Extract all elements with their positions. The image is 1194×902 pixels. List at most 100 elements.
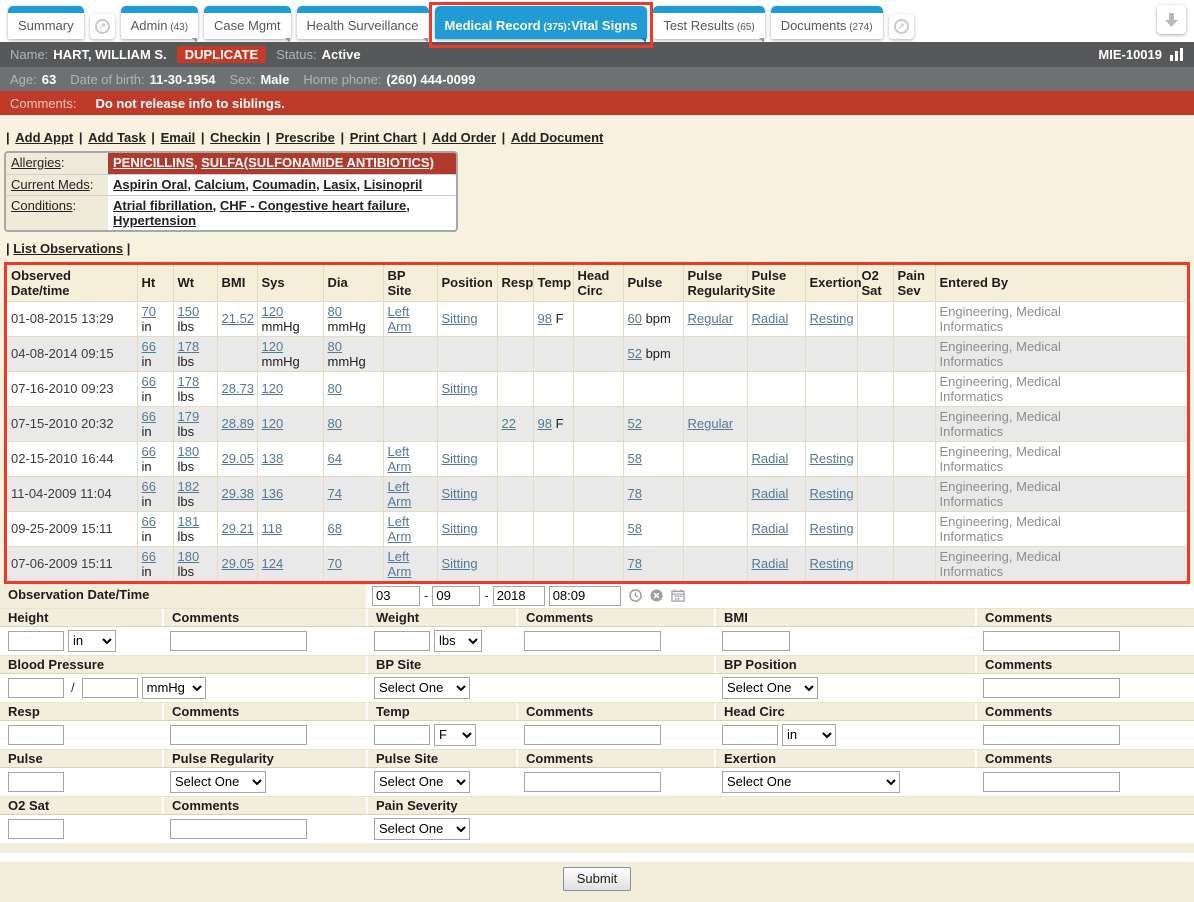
obs-pulse-site-link[interactable]: Radial xyxy=(752,451,789,466)
action-link-add-task[interactable]: Add Task xyxy=(88,130,146,145)
bmi-comments-input[interactable] xyxy=(983,631,1120,651)
obs-wt-link[interactable]: 178 xyxy=(178,374,200,389)
obs-pulse-link[interactable]: 58 xyxy=(628,451,642,466)
obs-dia-link[interactable]: 80 xyxy=(328,339,342,354)
obs-bmi-link[interactable]: 28.73 xyxy=(222,381,255,396)
weight-comments-input[interactable] xyxy=(524,631,661,651)
exertion-select[interactable]: Select One xyxy=(722,771,900,793)
bp-comments-input[interactable] xyxy=(983,678,1120,698)
summary-label-link[interactable]: Current Meds xyxy=(11,177,90,192)
obs-dia-link[interactable]: 80 xyxy=(328,304,342,319)
tab-admin[interactable]: Admin (43) xyxy=(121,6,198,39)
obs-bp-site-link[interactable]: Left Arm xyxy=(388,549,420,579)
head-circ-input[interactable] xyxy=(722,725,778,745)
pulse-regularity-select[interactable]: Select One xyxy=(170,771,266,793)
obs-pulse-reg-link[interactable]: Regular xyxy=(688,416,734,431)
obs-ht-link[interactable]: 70 xyxy=(142,304,156,319)
summary-item-penicillins[interactable]: PENICILLINS xyxy=(113,155,194,170)
obs-ht-link[interactable]: 66 xyxy=(142,549,156,564)
bar-chart-icon[interactable] xyxy=(1169,48,1184,61)
obs-pulse-site-link[interactable]: Radial xyxy=(752,556,789,571)
obs-ht-link[interactable]: 66 xyxy=(142,374,156,389)
bp-systolic-input[interactable] xyxy=(8,678,64,698)
obs-position-link[interactable]: Sitting xyxy=(442,521,478,536)
exertion-comments-input[interactable] xyxy=(983,772,1120,792)
obs-exertion-link[interactable]: Resting xyxy=(810,486,854,501)
obs-day-input[interactable] xyxy=(432,586,480,606)
clear-icon[interactable] xyxy=(650,589,663,602)
height-unit-select[interactable]: in xyxy=(68,630,116,652)
tab-medical-record[interactable]: Medical Record (375):Vital Signs xyxy=(435,6,648,39)
obs-position-link[interactable]: Sitting xyxy=(442,556,478,571)
obs-exertion-link[interactable]: Resting xyxy=(810,311,854,326)
obs-ht-link[interactable]: 66 xyxy=(142,444,156,459)
summary-label-link[interactable]: Allergies xyxy=(11,155,61,170)
obs-pulse-reg-link[interactable]: Regular xyxy=(688,311,734,326)
tab-case-mgmt[interactable]: Case Mgmt xyxy=(204,6,290,39)
pulse-comments-input[interactable] xyxy=(524,772,661,792)
summary-item-lisinopril[interactable]: Lisinopril xyxy=(364,177,423,192)
obs-pulse-link[interactable]: 52 xyxy=(628,416,642,431)
obs-position-link[interactable]: Sitting xyxy=(442,451,478,466)
obs-resp-link[interactable]: 22 xyxy=(502,416,516,431)
obs-pulse-site-link[interactable]: Radial xyxy=(752,311,789,326)
summary-item-sulfa-sulfonamide-antibiotics[interactable]: SULFA(SULFONAMIDE ANTIBIOTICS) xyxy=(201,155,434,170)
summary-item-hypertension[interactable]: Hypertension xyxy=(113,213,196,228)
obs-sys-link[interactable]: 120 xyxy=(262,339,284,354)
obs-ht-link[interactable]: 66 xyxy=(142,409,156,424)
summary-label-link[interactable]: Conditions xyxy=(11,198,72,213)
obs-sys-link[interactable]: 138 xyxy=(262,451,284,466)
obs-bmi-link[interactable]: 29.38 xyxy=(222,486,255,501)
obs-sys-link[interactable]: 118 xyxy=(262,521,283,536)
obs-wt-link[interactable]: 181 xyxy=(178,514,200,529)
obs-bp-site-link[interactable]: Left Arm xyxy=(388,304,420,334)
obs-pulse-link[interactable]: 78 xyxy=(628,556,642,571)
obs-exertion-link[interactable]: Resting xyxy=(810,451,854,466)
obs-wt-link[interactable]: 150 xyxy=(178,304,200,319)
obs-position-link[interactable]: Sitting xyxy=(442,311,478,326)
obs-sys-link[interactable]: 136 xyxy=(262,486,284,501)
bp-unit-select[interactable]: mmHg xyxy=(142,677,206,699)
obs-pulse-link[interactable]: 52 xyxy=(628,346,642,361)
obs-wt-link[interactable]: 180 xyxy=(178,549,200,564)
obs-month-input[interactable] xyxy=(372,586,420,606)
obs-ht-link[interactable]: 66 xyxy=(142,339,156,354)
weight-input[interactable] xyxy=(374,631,430,651)
temp-comments-input[interactable] xyxy=(524,725,661,745)
summary-item-chf-congestive-heart-failure[interactable]: CHF - Congestive heart failure xyxy=(220,198,406,213)
obs-ht-link[interactable]: 66 xyxy=(142,514,156,529)
obs-sys-link[interactable]: 120 xyxy=(262,304,284,319)
summary-item-lasix[interactable]: Lasix xyxy=(323,177,356,192)
popout-icon[interactable]: ↗ xyxy=(90,14,115,39)
obs-year-input[interactable] xyxy=(493,586,545,606)
summary-item-coumadin[interactable]: Coumadin xyxy=(252,177,316,192)
action-link-email[interactable]: Email xyxy=(161,130,196,145)
obs-exertion-link[interactable]: Resting xyxy=(810,556,854,571)
obs-dia-link[interactable]: 74 xyxy=(328,486,342,501)
summary-item-atrial-fibrillation[interactable]: Atrial fibrillation xyxy=(113,198,213,213)
resp-input[interactable] xyxy=(8,725,64,745)
obs-dia-link[interactable]: 64 xyxy=(328,451,342,466)
tab-documents[interactable]: Documents (274) xyxy=(771,6,883,39)
temp-input[interactable] xyxy=(374,725,430,745)
action-link-add-order[interactable]: Add Order xyxy=(432,130,496,145)
obs-bp-site-link[interactable]: Left Arm xyxy=(388,479,420,509)
action-link-add-appt[interactable]: Add Appt xyxy=(15,130,73,145)
pulse-input[interactable] xyxy=(8,772,64,792)
obs-dia-link[interactable]: 80 xyxy=(328,416,342,431)
summary-item-calcium[interactable]: Calcium xyxy=(195,177,246,192)
obs-bmi-link[interactable]: 29.05 xyxy=(222,556,255,571)
summary-item-aspirin-oral[interactable]: Aspirin Oral xyxy=(113,177,187,192)
head-circ-unit-select[interactable]: in xyxy=(782,724,836,746)
temp-unit-select[interactable]: F xyxy=(434,724,476,746)
obs-bmi-link[interactable]: 29.21 xyxy=(222,521,255,536)
obs-position-link[interactable]: Sitting xyxy=(442,486,478,501)
tab-summary[interactable]: Summary xyxy=(8,6,84,39)
tab-test-results[interactable]: Test Results (65) xyxy=(653,6,764,39)
obs-dia-link[interactable]: 70 xyxy=(328,556,342,571)
download-arrow-button[interactable] xyxy=(1157,5,1186,34)
bp-diastolic-input[interactable] xyxy=(82,678,138,698)
obs-position-link[interactable]: Sitting xyxy=(442,381,478,396)
popout-icon[interactable]: ↗ xyxy=(889,14,914,39)
obs-wt-link[interactable]: 179 xyxy=(178,409,200,424)
